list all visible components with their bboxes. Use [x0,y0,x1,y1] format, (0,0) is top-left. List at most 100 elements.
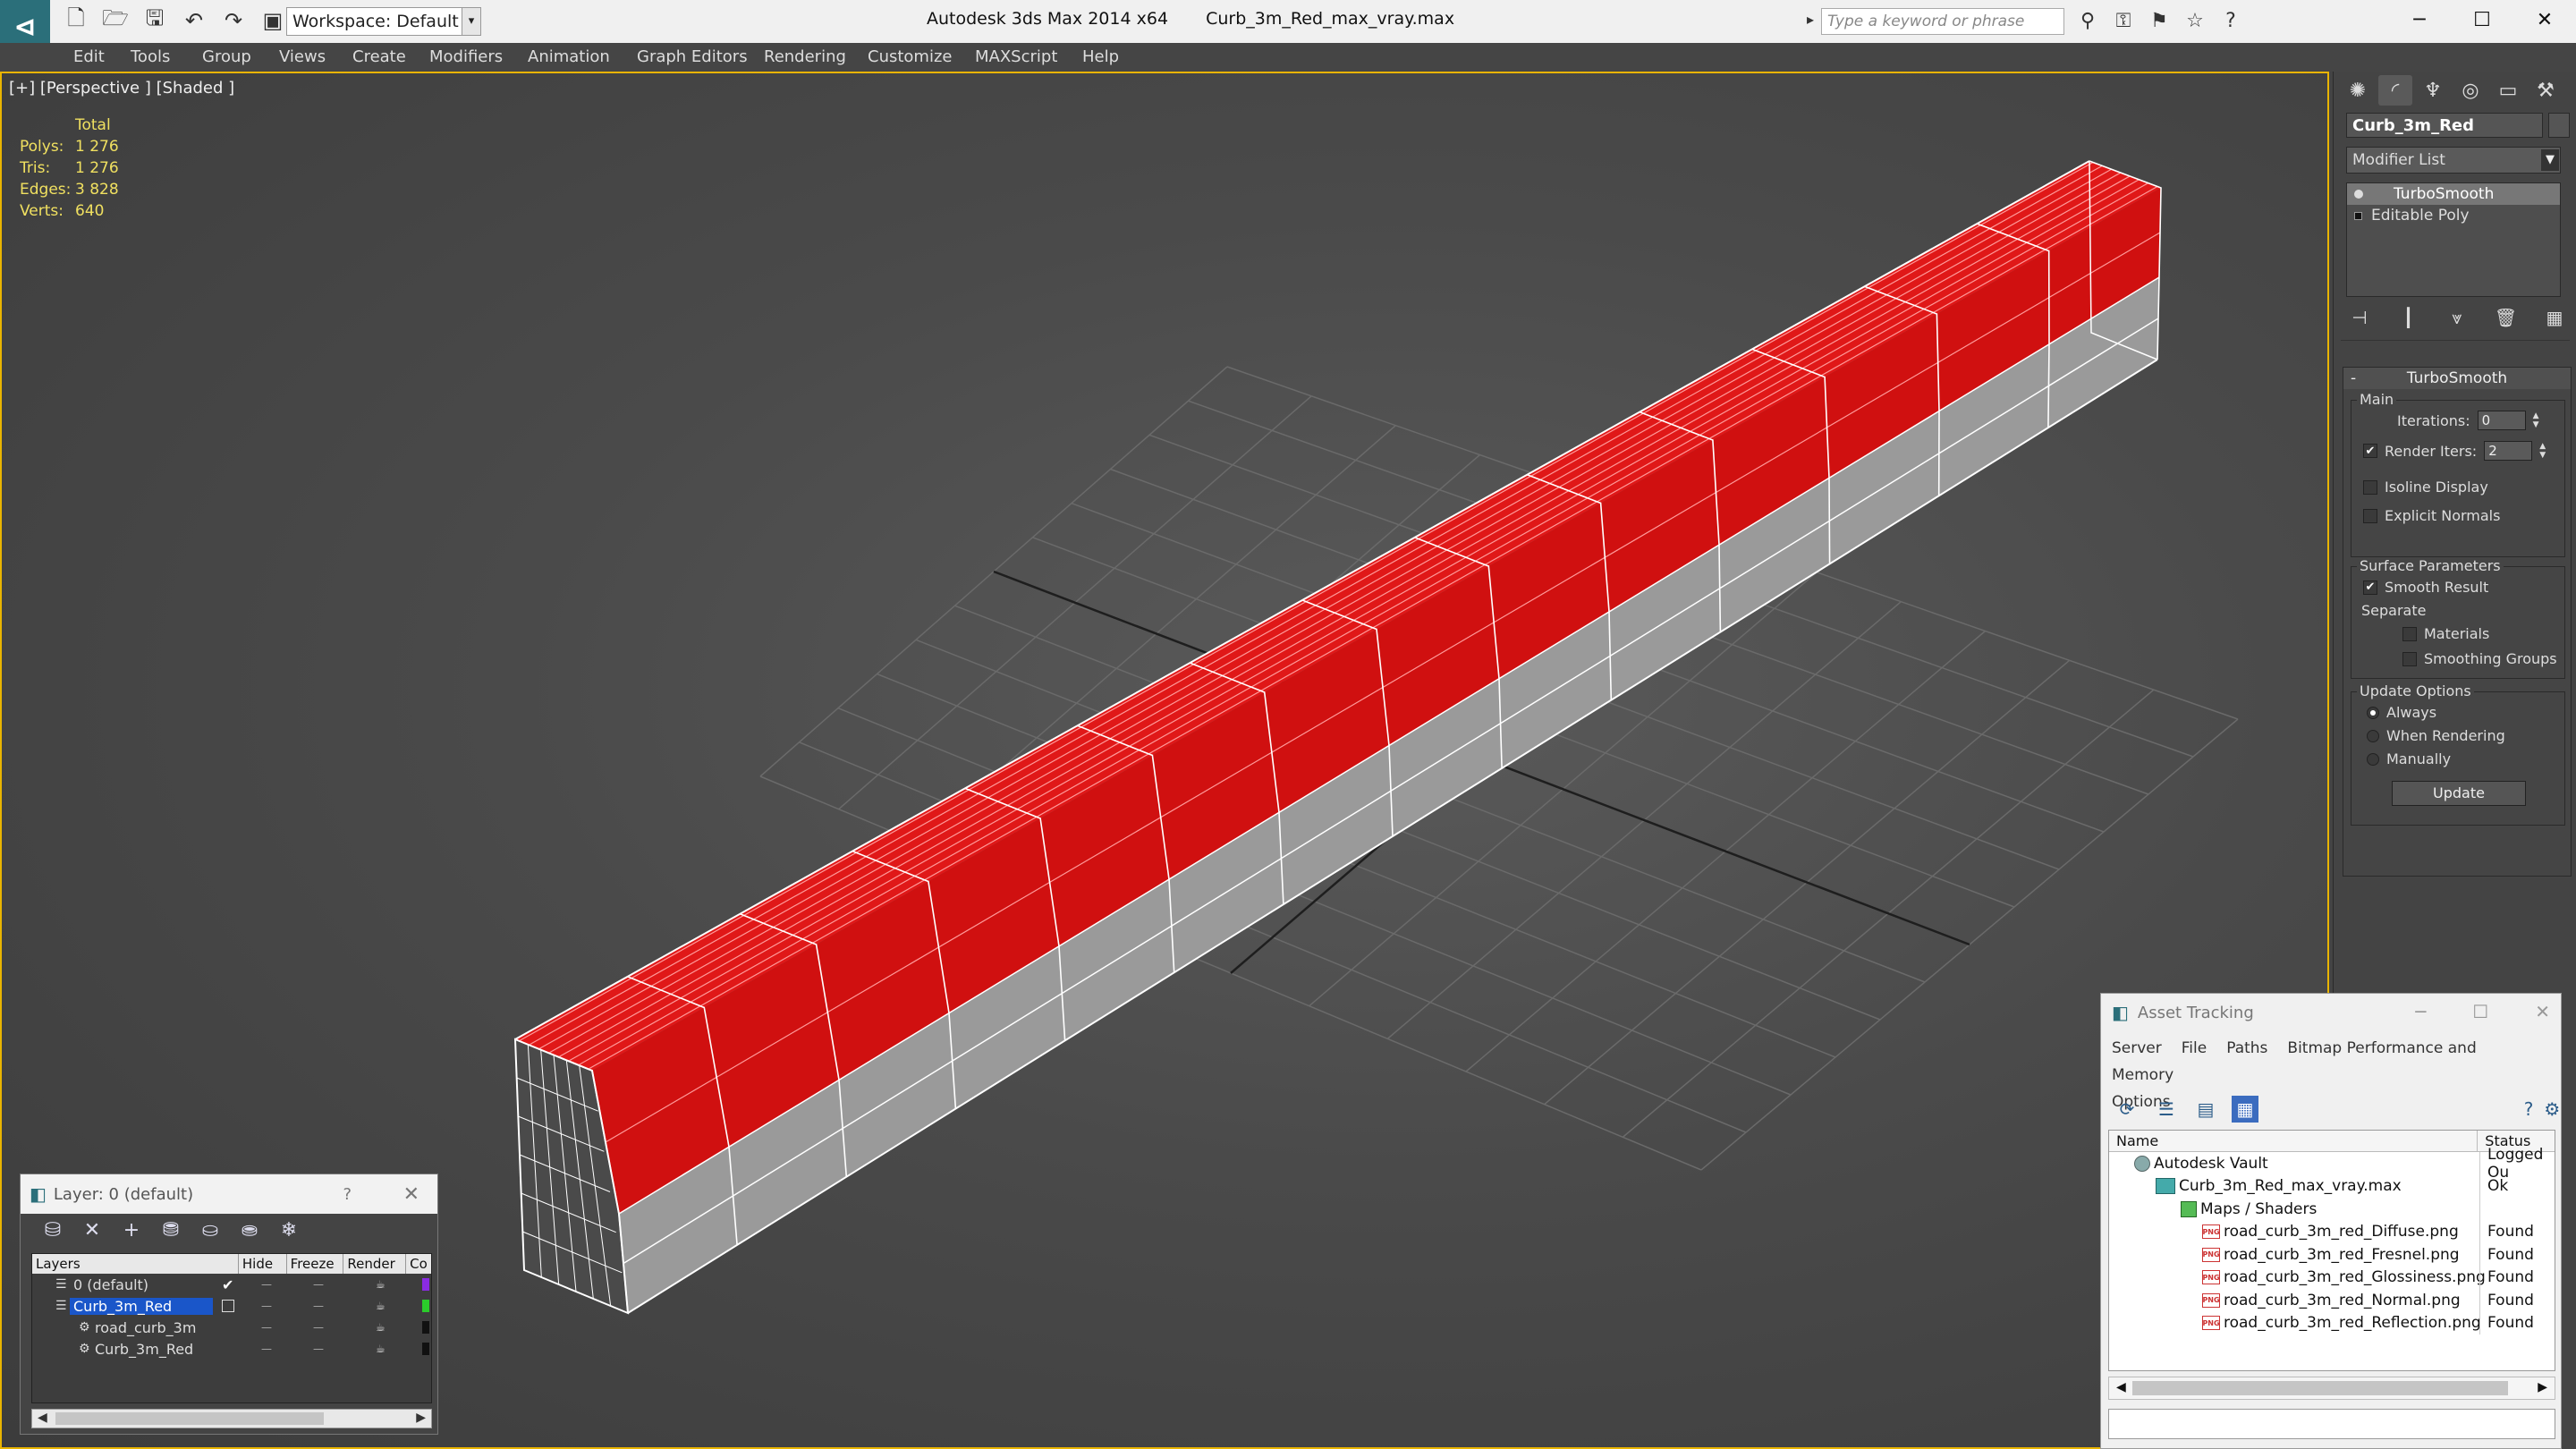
favorites-star-icon[interactable]: ☆ [2181,7,2209,34]
column-render[interactable]: Render [343,1254,407,1274]
search-input[interactable]: Type a keyword or phrase [1821,8,2064,35]
make-unique-icon[interactable]: ⩔ [2444,304,2470,331]
smooth-result-checkbox[interactable]: ✔ [2363,580,2377,595]
layer-color-swatch[interactable] [422,1278,429,1291]
active-check-icon[interactable]: ✔ [222,1276,233,1293]
help-icon[interactable]: ? [2216,7,2245,34]
highlight-layer-icon[interactable]: ⛀ [196,1217,225,1242]
menu-customize[interactable]: Customize [868,47,952,66]
render-teapot-icon[interactable]: ☕ [376,1343,386,1355]
asset-tracking-titlebar[interactable]: ◧ Asset Tracking ─ ☐ ✕ [2101,994,2561,1031]
asset-row[interactable]: Autodesk Vault Logged Ou [2109,1146,2555,1182]
menu-graph-editors[interactable]: Graph Editors [637,47,748,66]
asset-row[interactable]: PNG road_curb_3m_red_Reflection.png Found [2109,1311,2555,1335]
menu-maxscript[interactable]: MAXScript [975,47,1057,66]
hide-all-layers-icon[interactable]: ⛂ [235,1217,264,1242]
undo-icon[interactable]: ↶ [179,7,209,34]
menu-paths[interactable]: Paths [2226,1039,2267,1057]
stack-item-turbosmooth[interactable]: TurboSmooth [2347,183,2560,205]
new-file-icon[interactable]: 🗋 [61,5,91,34]
menu-bitmap-performance[interactable]: Bitmap Performance and Memory [2112,1039,2477,1084]
rollout-header[interactable]: - TurboSmooth [2343,368,2571,389]
open-file-icon[interactable]: 🗁 [100,5,131,34]
column-freeze[interactable]: Freeze [287,1254,344,1274]
delete-layer-icon[interactable]: ✕ [78,1217,106,1242]
list-view-icon[interactable]: ☰ [2153,1096,2180,1123]
smoothing-groups-checkbox[interactable] [2402,651,2417,666]
render-teapot-icon[interactable]: ☕ [376,1321,386,1334]
subscription-icon[interactable]: ⚿ [2109,7,2138,34]
minimize-icon[interactable]: ─ [2388,0,2451,39]
close-icon[interactable]: ✕ [2535,1001,2550,1022]
hierarchy-tab-icon[interactable]: ♆ [2416,75,2450,106]
freeze-toggle[interactable]: — [313,1321,324,1334]
menu-rendering[interactable]: Rendering [764,47,846,66]
scroll-right-icon[interactable]: ▶ [2538,1380,2547,1394]
menu-create[interactable]: Create [352,47,406,66]
manually-radio[interactable] [2367,752,2379,766]
scroll-left-icon[interactable]: ◀ [38,1411,47,1425]
hide-toggle[interactable]: — [261,1300,272,1312]
layer-object-row[interactable]: ⚙ Curb_3m_Red — — ☕ [32,1338,431,1360]
menu-group[interactable]: Group [202,47,251,66]
render-iters-spinner[interactable]: 2 [2484,441,2533,461]
layer-window-titlebar[interactable]: ◧ Layer: 0 (default) ? ✕ [21,1174,437,1214]
asset-row[interactable]: Maps / Shaders [2109,1198,2555,1221]
project-folder-icon[interactable]: ▣ [258,7,288,34]
object-color-swatch[interactable] [2548,113,2570,138]
explicit-normals-checkbox[interactable] [2363,508,2377,523]
help-icon[interactable]: ? [2524,1096,2534,1123]
motion-tab-icon[interactable]: ◎ [2453,75,2487,106]
create-tab-icon[interactable]: ✺ [2341,75,2375,106]
column-name[interactable]: Name [2109,1131,2479,1151]
asset-row[interactable]: PNG road_curb_3m_red_Diffuse.png Found [2109,1220,2555,1243]
layer-color-swatch[interactable] [422,1300,429,1312]
scroll-right-icon[interactable]: ▶ [416,1411,426,1425]
when-rendering-radio[interactable] [2367,729,2379,742]
asset-row[interactable]: PNG road_curb_3m_red_Glossiness.png Found [2109,1266,2555,1289]
materials-checkbox[interactable] [2402,626,2417,641]
provider-help-icon[interactable]: ⚙ [2544,1096,2560,1123]
modify-tab-icon[interactable]: ◜ [2378,75,2412,106]
add-to-layer-icon[interactable]: + [117,1217,146,1242]
modifier-list-dropdown[interactable]: Modifier List [2346,147,2561,174]
scroll-left-icon[interactable]: ◀ [2116,1380,2126,1394]
stack-item-editable-poly[interactable]: Editable Poly [2347,205,2560,226]
layer-horizontal-scrollbar[interactable]: ◀ ▶ [31,1409,432,1428]
isoline-checkbox[interactable] [2363,479,2377,495]
freeze-toggle[interactable]: — [313,1343,324,1355]
layer-row[interactable]: ☰ 0 (default) ✔ — — ☕ [32,1274,431,1295]
redo-icon[interactable]: ↷ [218,7,249,34]
expand-icon[interactable] [2354,211,2362,220]
render-iters-checkbox[interactable]: ✔ [2363,444,2377,458]
viewport-label[interactable]: [+] [Perspective ] [Shaded ] [9,79,234,97]
object-color-swatch[interactable] [422,1321,429,1334]
search-expand-icon[interactable]: ▸ [1807,11,1814,28]
asset-row[interactable]: PNG road_curb_3m_red_Fresnel.png Found [2109,1243,2555,1267]
chevron-down-icon[interactable]: ▼ [2541,149,2559,171]
hide-toggle[interactable]: — [261,1343,272,1355]
workspace-dropdown-button[interactable]: ▾ [462,7,481,36]
column-hide[interactable]: Hide [239,1254,287,1274]
refresh-icon[interactable]: ⟳ [2114,1096,2140,1123]
layer-object-row[interactable]: ⚙ road_curb_3m — — ☕ [32,1317,431,1338]
scroll-thumb[interactable] [55,1412,324,1425]
menu-file[interactable]: File [2182,1039,2207,1057]
thumbnail-view-icon[interactable]: ▤ [2192,1096,2219,1123]
freeze-toggle[interactable]: — [313,1278,324,1291]
render-teapot-icon[interactable]: ☕ [376,1300,386,1312]
hide-toggle[interactable]: — [261,1278,272,1291]
show-end-result-icon[interactable]: ┃ [2395,304,2422,331]
menu-edit[interactable]: Edit [73,47,105,66]
display-tab-icon[interactable]: ▭ [2491,75,2525,106]
spinner-arrows-icon[interactable]: ▲ ▼ [2539,442,2546,460]
menu-modifiers[interactable]: Modifiers [429,47,503,66]
close-icon[interactable]: ✕ [2513,0,2576,39]
menu-views[interactable]: Views [279,47,326,66]
column-layers[interactable]: Layers [32,1254,239,1274]
freeze-all-layers-icon[interactable]: ❄ [275,1217,303,1242]
menu-tools[interactable]: Tools [131,47,170,66]
freeze-toggle[interactable]: — [313,1300,324,1312]
column-color[interactable]: Co [406,1254,431,1274]
minimize-icon[interactable]: ─ [2415,1001,2426,1022]
